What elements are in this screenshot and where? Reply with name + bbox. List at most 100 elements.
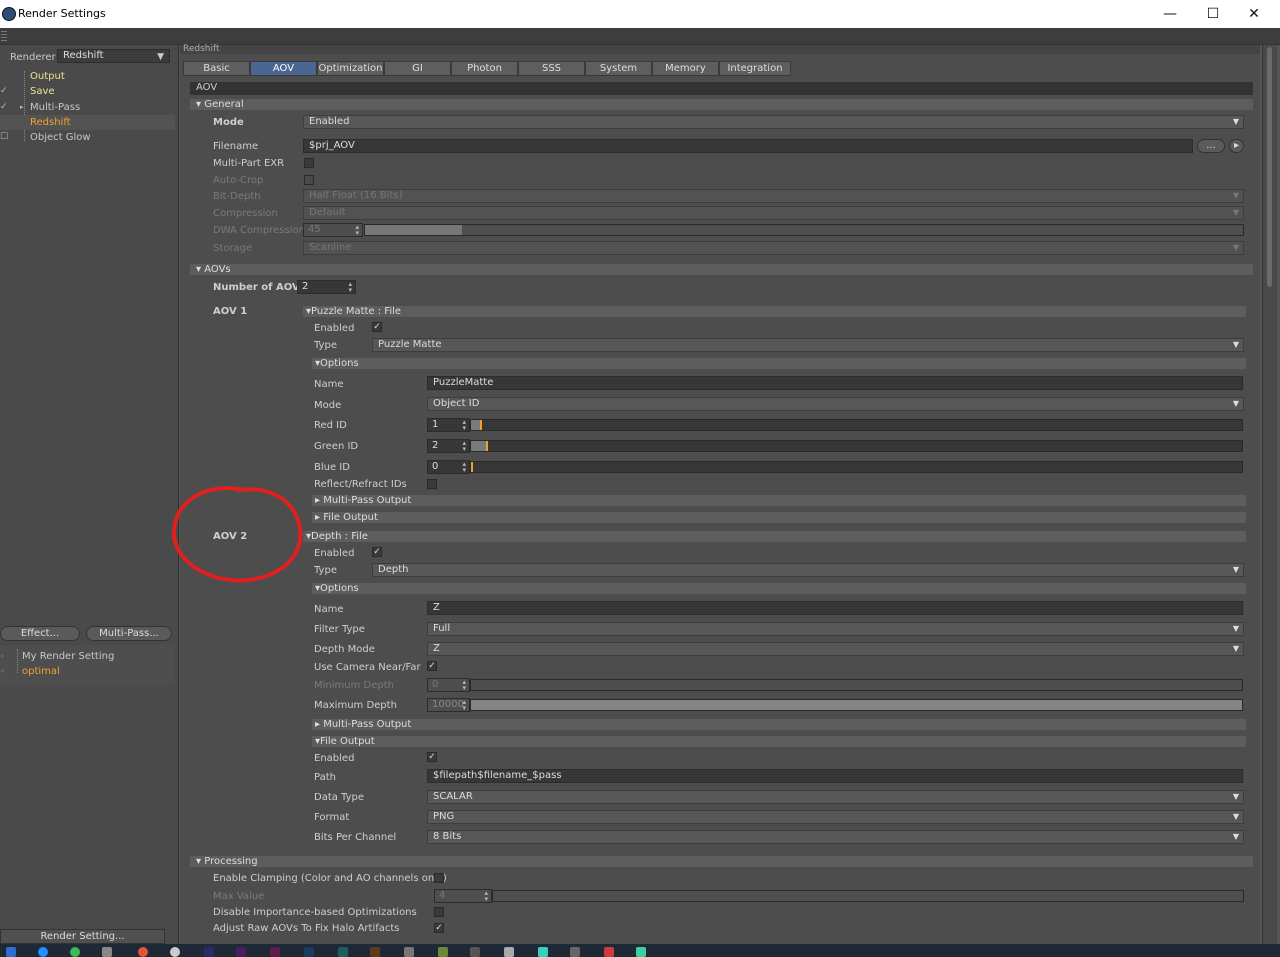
min-depth-field[interactable]: 0 ▴ ▾ — [427, 678, 470, 692]
max-depth-field[interactable]: 10000 ▴ ▾ — [427, 698, 470, 712]
spinner-icon[interactable]: ▴ ▾ — [462, 419, 466, 432]
tab-aov[interactable]: AOV — [250, 61, 317, 76]
tab-memory[interactable]: Memory — [652, 61, 719, 76]
spinner-icon[interactable]: ▴ ▾ — [462, 440, 466, 453]
fo-enabled-checkbox[interactable]: ✓ — [427, 752, 437, 762]
photoshop-icon[interactable] — [304, 947, 314, 957]
bitdepth-dropdown[interactable]: Half Float (16 Bits) ▼ — [303, 189, 1244, 203]
data-type-dropdown[interactable]: SCALAR ▼ — [427, 790, 1244, 804]
tree-item-multipass[interactable]: ✓ ▸ Multi-Pass — [0, 100, 175, 115]
minimize-button[interactable]: — — [1150, 4, 1190, 24]
aov2-fileoutput-header[interactable]: ▾File Output — [312, 736, 1246, 747]
tree-item-redshift[interactable]: Redshift — [0, 115, 175, 130]
tree-item-check[interactable]: ✓ — [0, 84, 8, 99]
app-icon[interactable] — [604, 947, 614, 957]
path-field[interactable]: $filepath$filename_$pass — [427, 769, 1243, 783]
dwa-compression-field[interactable]: 45 ▴ ▾ — [303, 223, 363, 237]
red-id-field[interactable]: 1 ▴ ▾ — [427, 418, 470, 432]
slider-thumb[interactable] — [480, 420, 483, 430]
app-icon[interactable] — [438, 947, 448, 957]
multipart-exr-checkbox[interactable] — [304, 158, 314, 168]
spinner-icon[interactable]: ▴ ▾ — [462, 699, 466, 712]
aovs-section-header[interactable]: ▾ AOVs — [190, 264, 1253, 275]
max-value-field[interactable]: 4 ▴ ▾ — [434, 889, 492, 903]
aov1-type-dropdown[interactable]: Puzzle Matte ▼ — [372, 338, 1244, 352]
tab-photon[interactable]: Photon — [451, 61, 518, 76]
min-depth-slider[interactable] — [470, 679, 1243, 691]
filter-type-dropdown[interactable]: Full ▼ — [427, 622, 1244, 636]
app-icon[interactable] — [404, 947, 414, 957]
filename-arrow-button[interactable]: ▸ — [1229, 139, 1244, 153]
render-setting-item[interactable]: ◦ My Render Setting — [0, 649, 175, 664]
blue-id-slider[interactable] — [470, 461, 1243, 473]
filename-browse-button[interactable]: ... — [1197, 139, 1225, 153]
maximize-button[interactable]: ☐ — [1193, 4, 1233, 24]
max-depth-slider[interactable] — [470, 699, 1243, 711]
tab-optimization[interactable]: Optimization — [317, 61, 384, 76]
autocrop-checkbox[interactable] — [304, 175, 314, 185]
scrollbar-thumb[interactable] — [1267, 47, 1272, 287]
aov2-header[interactable]: ▾Depth : File — [303, 531, 1246, 542]
aov2-enabled-checkbox[interactable]: ✓ — [372, 547, 382, 557]
clamping-checkbox[interactable] — [434, 873, 444, 883]
aftereffects-icon[interactable] — [236, 947, 246, 957]
tab-sss[interactable]: SSS — [518, 61, 585, 76]
app-icon[interactable] — [538, 947, 548, 957]
blue-id-field[interactable]: 0 ▴ ▾ — [427, 460, 470, 474]
compression-dropdown[interactable]: Default ▼ — [303, 206, 1244, 220]
slider-thumb[interactable] — [486, 441, 489, 451]
dwa-compression-slider[interactable] — [364, 224, 1244, 236]
app-icon[interactable] — [570, 947, 580, 957]
app-icon[interactable] — [636, 947, 646, 957]
grip-icon[interactable] — [1, 31, 7, 41]
red-id-slider[interactable] — [470, 419, 1243, 431]
app-icon[interactable] — [470, 947, 480, 957]
general-section-header[interactable]: ▾ General — [190, 99, 1253, 110]
adjust-raw-aovs-checkbox[interactable]: ✓ — [434, 923, 444, 933]
renderer-dropdown[interactable]: Redshift ▼ — [57, 49, 170, 63]
aov1-header[interactable]: ▾Puzzle Matte : File — [303, 306, 1246, 317]
app-icon[interactable] — [504, 947, 514, 957]
tree-item-check[interactable]: ☐ — [0, 130, 8, 145]
render-setting-button[interactable]: Render Setting... — [0, 929, 165, 944]
mode-dropdown[interactable]: Enabled ▼ — [303, 115, 1244, 129]
aov1-fileoutput-header[interactable]: ▸ File Output — [312, 512, 1246, 523]
app-icon[interactable] — [338, 947, 348, 957]
multipass-button[interactable]: Multi-Pass... — [86, 626, 172, 641]
reflect-ids-checkbox[interactable] — [427, 479, 437, 489]
scrollbar[interactable] — [1262, 45, 1277, 945]
tab-gi[interactable]: GI — [384, 61, 451, 76]
tree-item-output[interactable]: Output — [0, 69, 175, 84]
browser-icon[interactable] — [38, 947, 48, 957]
slider-thumb[interactable] — [471, 462, 473, 472]
close-button[interactable]: ✕ — [1234, 4, 1274, 24]
aov2-multipass-header[interactable]: ▸ Multi-Pass Output — [312, 719, 1246, 730]
disable-importance-checkbox[interactable] — [434, 907, 444, 917]
max-value-slider[interactable] — [492, 890, 1244, 902]
num-aovs-field[interactable]: 2 ▴ ▾ — [297, 280, 356, 294]
app-icon[interactable] — [138, 947, 148, 957]
cinema4d-icon[interactable] — [170, 947, 180, 957]
effect-button[interactable]: Effect... — [0, 626, 80, 641]
tab-basic[interactable]: Basic — [183, 61, 250, 76]
tab-integration[interactable]: Integration — [719, 61, 791, 76]
bits-per-channel-dropdown[interactable]: 8 Bits ▼ — [427, 830, 1244, 844]
tree-item-save[interactable]: ✓ Save — [0, 84, 175, 99]
green-id-field[interactable]: 2 ▴ ▾ — [427, 439, 470, 453]
spinner-icon[interactable]: ▴ ▾ — [484, 890, 488, 903]
depth-mode-dropdown[interactable]: Z ▼ — [427, 642, 1244, 656]
aov2-options-header[interactable]: ▾Options — [312, 583, 1246, 594]
aov2-type-dropdown[interactable]: Depth ▼ — [372, 563, 1244, 577]
spinner-icon[interactable]: ▴ ▾ — [462, 679, 466, 692]
start-icon[interactable] — [6, 947, 16, 957]
processing-section-header[interactable]: ▾ Processing — [190, 856, 1253, 867]
expand-arrow-icon[interactable]: ▸ — [20, 100, 24, 115]
aov1-mode-dropdown[interactable]: Object ID ▼ — [427, 397, 1244, 411]
premiere-icon[interactable] — [204, 947, 214, 957]
aov1-name-field[interactable]: PuzzleMatte — [427, 376, 1243, 390]
spinner-icon[interactable]: ▴ ▾ — [355, 224, 359, 237]
tree-item-objectglow[interactable]: ☐ Object Glow — [0, 130, 175, 145]
illustrator-icon[interactable] — [370, 947, 380, 957]
format-dropdown[interactable]: PNG ▼ — [427, 810, 1244, 824]
aov1-multipass-header[interactable]: ▸ Multi-Pass Output — [312, 495, 1246, 506]
